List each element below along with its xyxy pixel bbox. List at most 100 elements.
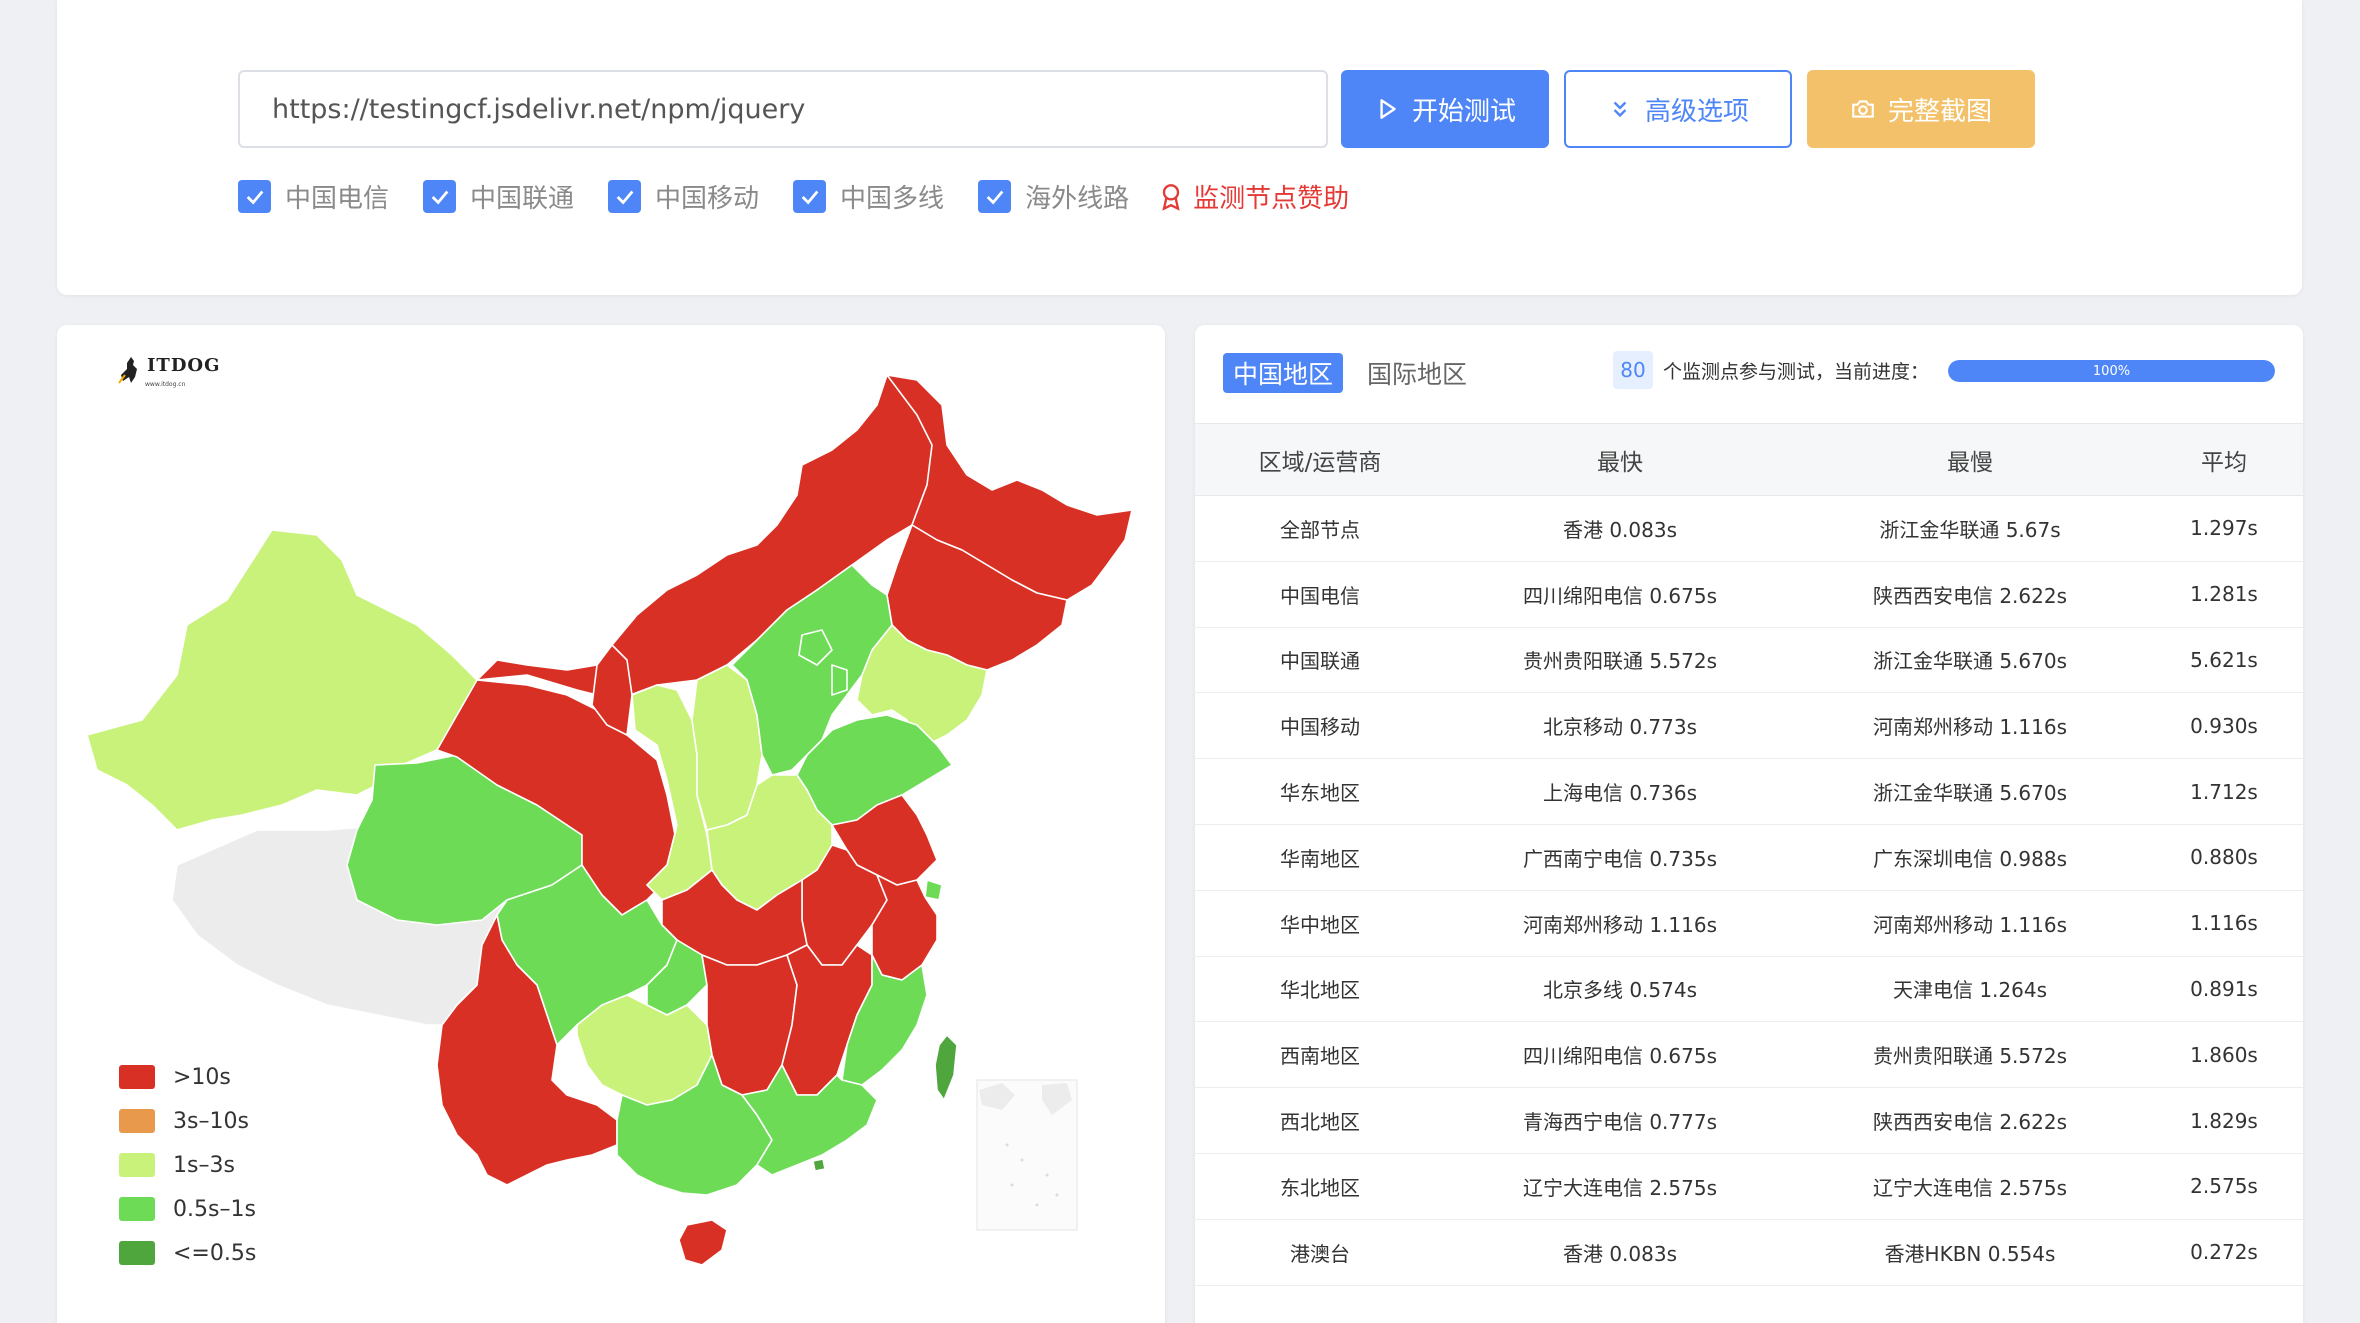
- progress-label: 100%: [2092, 363, 2131, 379]
- start-test-label: 开始测试: [1411, 96, 1516, 127]
- progress-fill: 100%: [1948, 360, 2275, 382]
- cell-slowest: 陕西西安电信 2.622s: [1795, 561, 2145, 628]
- region-taiwan[interactable]: [934, 1034, 958, 1101]
- cell-region: 中国联通: [1195, 627, 1445, 694]
- table-row: 东北地区 辽宁大连电信 2.575s 辽宁大连电信 2.575s 2.575s: [1195, 1153, 2303, 1220]
- legend-item: 0.5s–1s: [119, 1187, 256, 1231]
- checkbox-checked-icon[interactable]: [978, 180, 1012, 213]
- award-ribbon-icon: [1162, 183, 1180, 211]
- filter-unicom[interactable]: 中国联通: [423, 178, 574, 215]
- legend-label: 3s–10s: [173, 1108, 249, 1134]
- full-screenshot-label: 完整截图: [1887, 96, 1992, 127]
- cell-fastest: 青海西宁电信 0.777s: [1445, 1087, 1795, 1154]
- legend-label: <=0.5s: [173, 1240, 257, 1266]
- table-row: 华北地区 北京多线 0.574s 天津电信 1.264s 0.891s: [1195, 956, 2303, 1023]
- column-header-fastest: 最快: [1445, 423, 1795, 496]
- region-tianjin[interactable]: [831, 664, 848, 696]
- cell-region: 中国移动: [1195, 692, 1445, 760]
- url-input[interactable]: [238, 70, 1328, 148]
- region-shanghai[interactable]: [924, 879, 943, 901]
- cell-fastest: 河南郑州移动 1.116s: [1445, 890, 1795, 957]
- table-row: 华南地区 广西南宁电信 0.735s 广东深圳电信 0.988s 0.880s: [1195, 824, 2303, 891]
- table-row: 西北地区 青海西宁电信 0.777s 陕西西安电信 2.622s 1.829s: [1195, 1087, 2303, 1154]
- cell-slowest: 香港HKBN 0.554s: [1795, 1219, 2145, 1286]
- filter-label: 中国移动: [655, 184, 760, 214]
- node-count-text: 个监测点参与测试，当前进度：: [1663, 361, 1930, 383]
- cell-average: 1.116s: [2145, 890, 2303, 957]
- filter-label: 中国联通: [470, 184, 575, 214]
- cell-average: 0.930s: [2145, 692, 2303, 760]
- cell-region: 港澳台: [1195, 1219, 1445, 1286]
- cell-average: 0.880s: [2145, 824, 2303, 891]
- tab-china-region[interactable]: 中国地区: [1223, 353, 1344, 393]
- legend-swatch: [119, 1109, 155, 1133]
- filter-label: 中国多线: [840, 184, 945, 214]
- legend-swatch: [119, 1197, 155, 1221]
- sponsor-label: 监测节点赞助: [1193, 184, 1350, 214]
- results-panel: 中国地区 国际地区 80 个监测点参与测试，当前进度： 100% 区域/运营商 …: [1195, 325, 2303, 1323]
- filter-label: 中国电信: [285, 184, 390, 214]
- legend-item: >10s: [119, 1055, 256, 1099]
- cell-average: 1.829s: [2145, 1087, 2303, 1154]
- start-test-button[interactable]: 开始测试: [1341, 70, 1549, 148]
- south-china-sea-inset: [976, 1079, 1078, 1231]
- advanced-options-button[interactable]: 高级选项: [1564, 70, 1792, 148]
- cell-average: 0.272s: [2145, 1219, 2303, 1286]
- table-row: 中国联通 贵州贵阳联通 5.572s 浙江金华联通 5.670s 5.621s: [1195, 627, 2303, 694]
- region-hongkong[interactable]: [812, 1158, 826, 1172]
- cell-region: 华中地区: [1195, 890, 1445, 957]
- cell-region: 全部节点: [1195, 495, 1445, 562]
- cell-average: 5.621s: [2145, 627, 2303, 694]
- legend-item: 3s–10s: [119, 1099, 256, 1143]
- full-screenshot-button[interactable]: 完整截图: [1807, 70, 2035, 148]
- checkbox-checked-icon[interactable]: [608, 180, 642, 213]
- checkbox-checked-icon[interactable]: [793, 180, 827, 213]
- column-header-slowest: 最慢: [1795, 423, 2145, 496]
- table-row: 全部节点 香港 0.083s 浙江金华联通 5.67s 1.297s: [1195, 495, 2303, 562]
- table-header-row: 区域/运营商 最快 最慢 平均: [1195, 423, 2303, 496]
- cell-slowest: 天津电信 1.264s: [1795, 956, 2145, 1023]
- map-legend: >10s 3s–10s 1s–3s 0.5s–1s <=0.5s: [119, 1055, 256, 1275]
- cell-region: 东北地区: [1195, 1153, 1445, 1220]
- sponsor-link[interactable]: 监测节点赞助: [1159, 178, 1349, 215]
- latency-map-panel: ITDOG www.itdog.cn >10s 3s–10s 1s–3s 0.5…: [57, 325, 1165, 1323]
- column-header-region: 区域/运营商: [1195, 423, 1445, 496]
- checkbox-checked-icon[interactable]: [238, 180, 271, 213]
- filter-label: 海外线路: [1025, 184, 1130, 214]
- table-row: 中国电信 四川绵阳电信 0.675s 陕西西安电信 2.622s 1.281s: [1195, 561, 2303, 628]
- play-icon: [1380, 99, 1396, 119]
- cell-fastest: 香港 0.083s: [1445, 1219, 1795, 1286]
- legend-swatch: [119, 1065, 155, 1089]
- cell-slowest: 浙江金华联通 5.670s: [1795, 758, 2145, 825]
- tab-international-region[interactable]: 国际地区: [1357, 353, 1477, 393]
- cell-slowest: 陕西西安电信 2.622s: [1795, 1087, 2145, 1154]
- filter-multiline[interactable]: 中国多线: [793, 178, 944, 215]
- filter-telecom[interactable]: 中国电信: [238, 178, 389, 215]
- cell-region: 西南地区: [1195, 1021, 1445, 1089]
- legend-label: 1s–3s: [173, 1152, 235, 1178]
- cell-fastest: 北京移动 0.773s: [1445, 692, 1795, 760]
- cell-region: 华南地区: [1195, 824, 1445, 891]
- cell-region: 中国电信: [1195, 561, 1445, 628]
- cell-average: 1.281s: [2145, 561, 2303, 628]
- table-row: 中国移动 北京移动 0.773s 河南郑州移动 1.116s 0.930s: [1195, 692, 2303, 760]
- legend-swatch: [119, 1153, 155, 1177]
- cell-fastest: 四川绵阳电信 0.675s: [1445, 561, 1795, 628]
- progress-bar: 100%: [1948, 360, 2275, 382]
- cell-slowest: 贵州贵阳联通 5.572s: [1795, 1021, 2145, 1089]
- node-count-badge: 80: [1613, 351, 1653, 389]
- table-row: 华东地区 上海电信 0.736s 浙江金华联通 5.670s 1.712s: [1195, 758, 2303, 825]
- cell-slowest: 浙江金华联通 5.670s: [1795, 627, 2145, 694]
- filter-overseas[interactable]: 海外线路: [978, 178, 1129, 215]
- cell-fastest: 广西南宁电信 0.735s: [1445, 824, 1795, 891]
- cell-fastest: 四川绵阳电信 0.675s: [1445, 1021, 1795, 1089]
- cell-average: 0.891s: [2145, 956, 2303, 1023]
- checkbox-checked-icon[interactable]: [423, 180, 457, 213]
- cell-slowest: 浙江金华联通 5.67s: [1795, 495, 2145, 562]
- region-hainan[interactable]: [678, 1219, 728, 1266]
- legend-item: 1s–3s: [119, 1143, 256, 1187]
- cell-region: 西北地区: [1195, 1087, 1445, 1154]
- filter-mobile[interactable]: 中国移动: [608, 178, 759, 215]
- cell-fastest: 上海电信 0.736s: [1445, 758, 1795, 825]
- table-row: 港澳台 香港 0.083s 香港HKBN 0.554s 0.272s: [1195, 1219, 2303, 1286]
